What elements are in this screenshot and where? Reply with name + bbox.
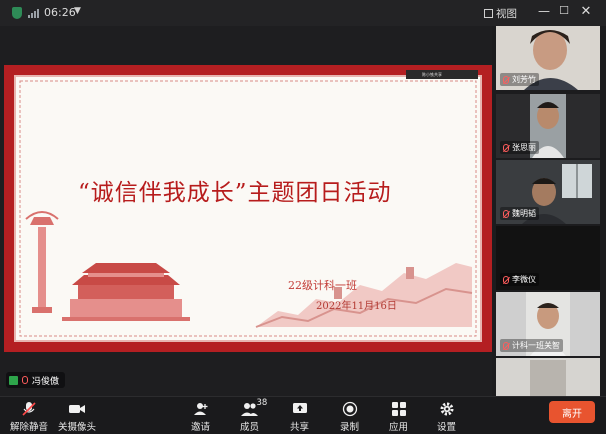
- grid-view-icon: [484, 9, 493, 18]
- members-button[interactable]: 38 成员: [240, 398, 267, 433]
- participant-name-tag: 魏明韬: [500, 207, 539, 220]
- participant-tile[interactable]: 刘芳竹: [496, 26, 600, 90]
- participant-tile[interactable]: 李微仪: [496, 226, 600, 290]
- add-user-icon: [193, 400, 209, 418]
- mic-muted-icon: [503, 209, 509, 218]
- record-button[interactable]: 录制: [340, 400, 359, 433]
- camera-off-button[interactable]: 关摄像头: [58, 400, 96, 433]
- close-icon[interactable]: ✕: [578, 4, 594, 19]
- self-name: 冯俊傲: [32, 376, 60, 387]
- self-name-tag: 冯俊傲: [6, 372, 66, 388]
- share-screen-icon: [292, 400, 308, 418]
- mic-muted-icon: [503, 341, 509, 350]
- presenter-mini-label: 陈小铁共享: [406, 70, 478, 79]
- participant-name-tag: 计科一班关智: [500, 339, 563, 352]
- security-shield-icon[interactable]: [12, 7, 22, 19]
- participant-video: [496, 358, 600, 396]
- chevron-down-icon[interactable]: ▼: [74, 6, 81, 16]
- maximize-icon[interactable]: ☐: [556, 4, 572, 17]
- invite-button[interactable]: 邀请: [191, 400, 210, 433]
- slide-title: “诚信伴我成长”主题团日活动: [78, 180, 392, 206]
- slide-class-name: 22级计科一班: [288, 279, 357, 292]
- unmute-button[interactable]: 解除静音: [10, 400, 48, 433]
- mic-muted-icon: [21, 400, 37, 418]
- meeting-duration: 06:26: [44, 6, 76, 19]
- camera-icon: [68, 400, 86, 418]
- member-count: 38: [256, 398, 268, 408]
- presentation-slide: “诚信伴我成长”主题团日活动 22级计科一班 2022年11月16日 陈小铁共享: [4, 65, 492, 352]
- participant-tile[interactable]: 魏明韬: [496, 160, 600, 224]
- signal-strength-icon: [9, 375, 18, 385]
- mic-muted-icon: [22, 376, 28, 384]
- gear-icon: [439, 400, 455, 418]
- share-screen-button[interactable]: 共享: [290, 400, 309, 433]
- participant-panel[interactable]: 刘芳竹 张思丽 魏明韬 李微仪 计科一班关智: [496, 26, 600, 396]
- network-signal-icon[interactable]: [28, 8, 39, 18]
- participant-name-tag: 张思丽: [500, 141, 539, 154]
- apps-grid-icon: [391, 400, 407, 418]
- apps-button[interactable]: 应用: [389, 400, 408, 433]
- mic-muted-icon: [503, 143, 509, 152]
- title-bar: 06:26 ▼ 视图 — ☐ ✕: [0, 0, 606, 26]
- minimize-icon[interactable]: —: [536, 4, 552, 18]
- participant-tile[interactable]: [496, 358, 600, 396]
- record-icon: [342, 400, 358, 418]
- participant-tile[interactable]: 张思丽: [496, 94, 600, 158]
- slide-canvas: “诚信伴我成长”主题团日活动 22级计科一班 2022年11月16日: [14, 75, 482, 342]
- leave-meeting-button[interactable]: 离开: [549, 401, 595, 423]
- mic-muted-icon: [503, 75, 509, 84]
- meeting-toolbar: 解除静音 关摄像头 邀请 38 成员 共享 录制 应用 设置: [0, 396, 606, 434]
- settings-button[interactable]: 设置: [437, 400, 456, 433]
- view-label: 视图: [496, 8, 517, 20]
- members-icon: 38: [240, 398, 267, 418]
- slide-date: 2022年11月16日: [316, 301, 397, 312]
- slide-decoration-art: [19, 80, 477, 337]
- mic-muted-icon: [503, 275, 509, 284]
- participant-name-tag: 刘芳竹: [500, 73, 539, 86]
- view-button[interactable]: 视图: [484, 6, 517, 21]
- participant-name-tag: 李微仪: [500, 273, 539, 286]
- participant-tile[interactable]: 计科一班关智: [496, 292, 600, 356]
